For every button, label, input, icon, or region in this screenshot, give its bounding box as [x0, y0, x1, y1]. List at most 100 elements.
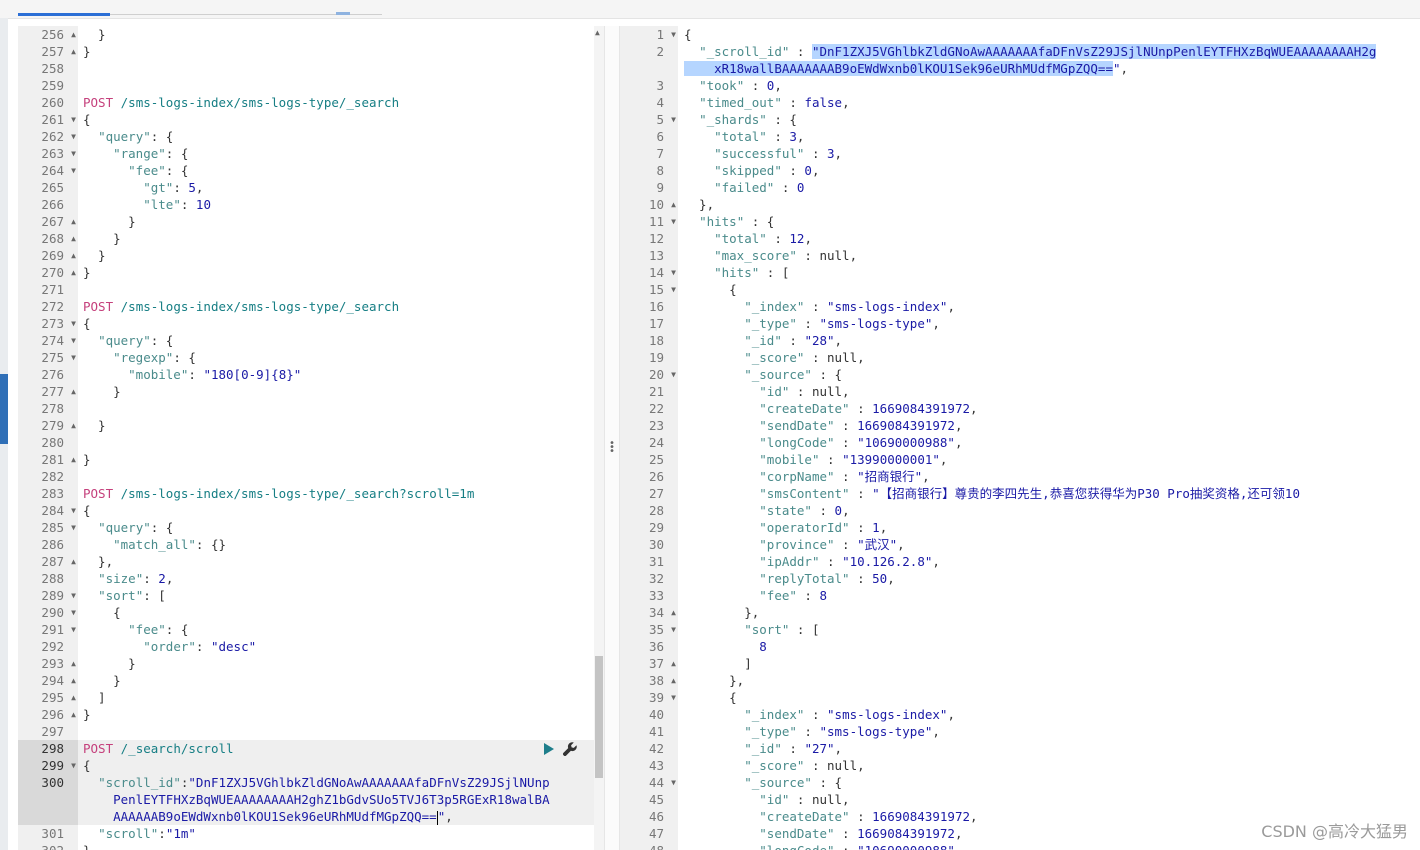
fold-close-icon[interactable]: ▲ [71, 553, 76, 570]
response-line[interactable]: 39 ▼ { [620, 689, 1420, 706]
response-line[interactable]: 7 "successful" : 3, [620, 145, 1420, 162]
fold-open-icon[interactable]: ▼ [71, 621, 76, 638]
request-line[interactable]: 258 [18, 60, 594, 77]
response-line[interactable]: 35 ▼ "sort" : [ [620, 621, 1420, 638]
response-line[interactable]: 45 "id" : null, [620, 791, 1420, 808]
request-line[interactable]: 281 ▲} [18, 451, 594, 468]
response-line[interactable]: 29 "operatorId" : 1, [620, 519, 1420, 536]
fold-close-icon[interactable]: ▲ [71, 383, 76, 400]
request-line[interactable]: 301 "scroll":"1m" [18, 825, 594, 842]
request-line[interactable]: 275 ▼ "regexp": { [18, 349, 594, 366]
response-line[interactable]: 14 ▼ "hits" : [ [620, 264, 1420, 281]
response-line[interactable]: 40 "_index" : "sms-logs-index", [620, 706, 1420, 723]
response-line[interactable]: 37 ▲ ] [620, 655, 1420, 672]
fold-close-icon[interactable]: ▲ [71, 26, 76, 43]
request-line[interactable]: 300 "scroll_id":"DnF1ZXJ5VGhlbkZldGNoAwA… [18, 774, 594, 825]
response-line[interactable]: 28 "state" : 0, [620, 502, 1420, 519]
request-line[interactable]: 270 ▲} [18, 264, 594, 281]
response-line[interactable]: 33 "fee" : 8 [620, 587, 1420, 604]
request-line[interactable]: 292 "order": "desc" [18, 638, 594, 655]
scroll-up-icon[interactable]: ▲ [595, 28, 600, 37]
response-line[interactable]: 23 "sendDate" : 1669084391972, [620, 417, 1420, 434]
fold-open-icon[interactable]: ▼ [71, 315, 76, 332]
fold-close-icon[interactable]: ▲ [71, 706, 76, 723]
response-line[interactable]: 13 "max_score" : null, [620, 247, 1420, 264]
fold-open-icon[interactable]: ▼ [71, 145, 76, 162]
fold-close-icon[interactable]: ▲ [671, 672, 676, 689]
fold-close-icon[interactable]: ▲ [71, 247, 76, 264]
fold-open-icon[interactable]: ▼ [71, 162, 76, 179]
request-line[interactable]: 280 [18, 434, 594, 451]
fold-close-icon[interactable]: ▲ [71, 264, 76, 281]
pane-splitter[interactable]: • • • [604, 26, 620, 850]
response-viewer[interactable]: 1 ▼ {2 "_scroll_id" : "DnF1ZXJ5VGhlbkZldGN… [620, 26, 1420, 850]
request-line[interactable]: 293 ▲ } [18, 655, 594, 672]
request-line[interactable]: 265 "gt": 5, [18, 179, 594, 196]
response-line[interactable]: 43 "_score" : null, [620, 757, 1420, 774]
request-line[interactable]: 294 ▲ } [18, 672, 594, 689]
request-line[interactable]: 279 ▲ } [18, 417, 594, 434]
request-line[interactable]: 283 POST /sms-logs-index/sms-logs-type/_s… [18, 485, 594, 502]
fold-open-icon[interactable]: ▼ [671, 213, 676, 230]
fold-close-icon[interactable]: ▲ [71, 230, 76, 247]
request-line[interactable]: 298 POST /_search/scroll [18, 740, 594, 757]
request-line[interactable]: 299 ▼ { [18, 757, 594, 774]
fold-close-icon[interactable]: ▲ [71, 213, 76, 230]
request-line[interactable]: 290 ▼ { [18, 604, 594, 621]
request-line[interactable]: 277 ▲ } [18, 383, 594, 400]
play-icon[interactable] [544, 743, 554, 755]
request-line[interactable]: 266 "lte": 10 [18, 196, 594, 213]
response-line[interactable]: 16 "_index" : "sms-logs-index", [620, 298, 1420, 315]
fold-open-icon[interactable]: ▼ [671, 689, 676, 706]
response-line[interactable]: 41 "_type" : "sms-logs-type", [620, 723, 1420, 740]
response-line[interactable]: 5 ▼ "_shards" : { [620, 111, 1420, 128]
fold-open-icon[interactable]: ▼ [71, 332, 76, 349]
request-line[interactable]: 268 ▲ } [18, 230, 594, 247]
request-line[interactable]: 291 ▼ "fee": { [18, 621, 594, 638]
request-line[interactable]: 260 POST /sms-logs-index/sms-logs-type/_s… [18, 94, 594, 111]
request-line[interactable]: 295 ▲ ] [18, 689, 594, 706]
response-line[interactable]: 38 ▲ }, [620, 672, 1420, 689]
response-line[interactable]: 30 "province" : "武汉", [620, 536, 1420, 553]
fold-close-icon[interactable]: ▲ [71, 451, 76, 468]
response-line[interactable]: 44 ▼ "_source" : { [620, 774, 1420, 791]
request-line[interactable]: 256 ▲ } [18, 26, 594, 43]
response-line[interactable]: 3 "took" : 0, [620, 77, 1420, 94]
fold-open-icon[interactable]: ▼ [71, 519, 76, 536]
response-line[interactable]: 21 "id" : null, [620, 383, 1420, 400]
fold-close-icon[interactable]: ▲ [71, 672, 76, 689]
fold-open-icon[interactable]: ▼ [71, 111, 76, 128]
fold-open-icon[interactable]: ▼ [71, 502, 76, 519]
request-line[interactable]: 284 ▼ { [18, 502, 594, 519]
wrench-icon[interactable] [562, 741, 578, 757]
response-line[interactable]: 19 "_score" : null, [620, 349, 1420, 366]
fold-open-icon[interactable]: ▼ [71, 128, 76, 145]
fold-close-icon[interactable]: ▲ [71, 689, 76, 706]
response-line[interactable]: 11 ▼ "hits" : { [620, 213, 1420, 230]
request-line[interactable]: 297 [18, 723, 594, 740]
fold-open-icon[interactable]: ▼ [671, 774, 676, 791]
request-line[interactable]: 286 "match_all": {} [18, 536, 594, 553]
request-line[interactable]: 274 ▼ "query": { [18, 332, 594, 349]
request-line[interactable]: 288 "size": 2, [18, 570, 594, 587]
response-line[interactable]: 27 "smsContent" : "【招商银行】尊贵的李四先生,恭喜您获得华为… [620, 485, 1420, 502]
fold-open-icon[interactable]: ▼ [71, 604, 76, 621]
request-line[interactable]: 257 ▲} [18, 43, 594, 60]
request-line[interactable]: 296 ▲} [18, 706, 594, 723]
fold-open-icon[interactable]: ▼ [671, 621, 676, 638]
fold-open-icon[interactable]: ▼ [71, 587, 76, 604]
request-line[interactable]: 302} [18, 842, 594, 850]
fold-open-icon[interactable]: ▼ [671, 366, 676, 383]
fold-open-icon[interactable]: ▼ [671, 26, 676, 43]
request-line[interactable]: 287 ▲ }, [18, 553, 594, 570]
request-line[interactable]: 263 ▼ "range": { [18, 145, 594, 162]
request-line[interactable]: 267 ▲ } [18, 213, 594, 230]
request-line[interactable]: 272 POST /sms-logs-index/sms-logs-type/_s… [18, 298, 594, 315]
response-line[interactable]: 10 ▲ }, [620, 196, 1420, 213]
response-line[interactable]: 31 "ipAddr" : "10.126.2.8", [620, 553, 1420, 570]
request-line[interactable]: 289 ▼ "sort": [ [18, 587, 594, 604]
response-line[interactable]: 22 "createDate" : 1669084391972, [620, 400, 1420, 417]
request-line[interactable]: 278 [18, 400, 594, 417]
fold-open-icon[interactable]: ▼ [71, 349, 76, 366]
request-line[interactable]: 273 ▼ { [18, 315, 594, 332]
